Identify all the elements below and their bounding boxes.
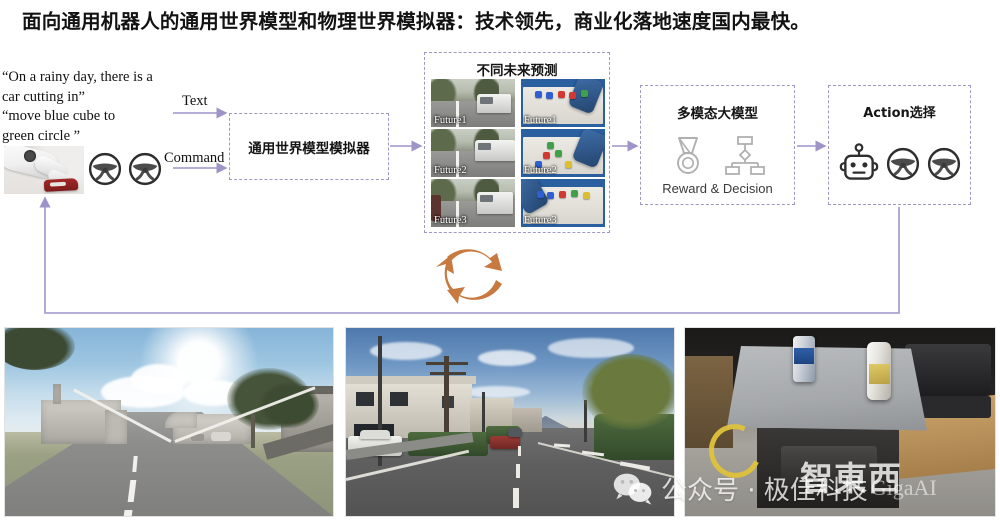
future-panel-title: 不同未来预测 [476,63,558,79]
steering-wheel-icon [886,147,919,181]
prompt-line-1: “On a rainy day, there is a [2,69,153,85]
manipulation-future-2: Future2 [521,129,605,177]
decision-tree-icon [724,136,765,175]
robot-head-icon [839,143,878,180]
robot-arm-photo [4,146,84,194]
manipulation-future-1: Future1 [521,79,605,127]
car-roof [360,430,390,439]
future-label: Future3 [524,215,557,226]
red-object [43,178,79,192]
red-car [490,436,520,449]
simulator-title: 通用世界模型模拟器 [248,141,370,157]
pole-crossarm [426,362,468,365]
tree-trunk [251,414,255,448]
red-cube [559,191,566,198]
lane-dash [518,446,521,456]
sunlit-highway-photo [4,327,334,517]
manipulation-future-3: Future3 [521,179,605,227]
action-selection-box[interactable]: Action选择 [828,85,971,205]
vehicle [477,94,511,113]
cloud [478,350,536,366]
action-title: Action选择 [863,106,936,121]
manipulation-future-column: Future1 Future2 Future3 [521,79,605,227]
input-steering-wheel-1 [88,152,122,191]
future-label: Future2 [434,165,467,176]
bottle-label [869,364,890,384]
blue-cube [547,192,554,199]
blue-cube [546,92,553,99]
arrow-label-text: Text [182,93,208,109]
green-cube [571,190,578,197]
far-vehicle [508,428,522,437]
prompt-line-3: “move blue cube to [2,108,116,124]
tree-right [582,354,674,430]
driving-future-1: Future1 [431,79,515,127]
building-roof [346,376,476,384]
medal-icon [676,137,699,174]
prompt-line-4: green circle ” [2,127,81,144]
multimodal-title: 多模态大模型 [677,106,758,122]
multimodal-model-box[interactable]: 多模态大模型 Reward & Decision [640,85,795,205]
right-structure-top [165,412,197,428]
multimodal-icon-row [641,136,794,176]
future-prediction-panel[interactable]: 不同未来预测 Future1 Future2 Future3 Future1 F… [424,52,610,233]
page-title: 面向通用机器人的通用世界模型和物理世界模拟器：技术领先，商业化落地速度国内最快。 [22,10,811,33]
future-label: Future3 [434,215,467,226]
lane-dash [123,510,133,516]
lane-dash [513,488,519,508]
chimney [53,384,61,404]
lane-dash [516,464,520,478]
action-icon-row [829,142,970,186]
driving-future-column: Future1 Future2 Future3 [431,79,515,227]
table-top [727,346,927,431]
car [211,432,231,441]
red-cube [543,152,550,159]
lower-shelf [781,446,877,490]
green-cube [547,142,554,149]
window [390,392,408,406]
can-label [794,348,814,364]
red-cube [558,91,565,98]
pole-crossarm [430,372,466,375]
black-equipment-2 [919,396,991,418]
future-label: Future1 [434,115,467,126]
indoor-robot-table-photo [684,327,996,517]
prompt-line-2: car cutting in” [2,88,85,105]
window [356,392,374,406]
blue-cube [535,91,542,98]
blue-cube [537,191,544,198]
future-label: Future2 [524,165,557,176]
prompt-text-block: “On a rainy day, there is a car cutting … [2,68,180,146]
vehicle [475,140,515,161]
future-label: Future1 [524,115,557,126]
suburban-street-photo [345,327,675,517]
yellow-cube [565,161,572,168]
steering-wheel-icon [927,147,960,181]
world-model-simulator-box[interactable]: 通用世界模型模拟器 [229,113,389,180]
driving-future-2: Future2 [431,129,515,177]
arrow-label-command: Command [164,150,225,166]
multimodal-caption: Reward & Decision [662,181,773,196]
green-cube [555,150,562,157]
robot-joint [24,150,36,162]
red-cube [569,92,576,99]
refresh-cycle-icon [434,240,512,308]
vehicle [477,192,513,214]
yellow-cube [583,192,590,199]
cloud [131,364,187,394]
cloud [464,386,530,398]
green-cube [581,90,588,97]
driving-future-3: Future3 [431,179,515,227]
input-steering-wheel-2 [128,152,162,191]
